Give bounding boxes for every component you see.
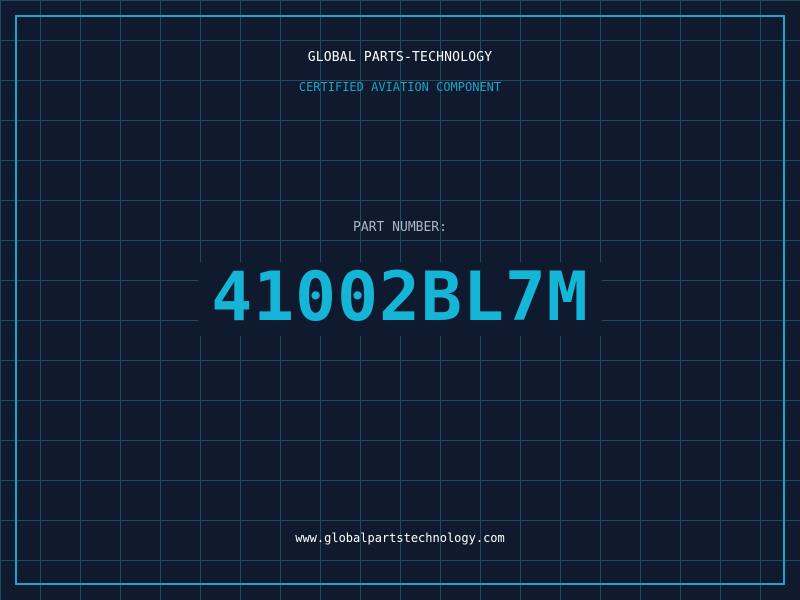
subtitle: CERTIFIED AVIATION COMPONENT bbox=[298, 80, 502, 94]
part-number: 41002BL7M bbox=[211, 258, 589, 337]
website-url[interactable]: www.globalpartstechnology.com bbox=[0, 530, 800, 547]
company-name: GLOBAL PARTS-TECHNOLOGY bbox=[307, 50, 493, 65]
part-number-label: PART NUMBER: bbox=[353, 220, 447, 235]
